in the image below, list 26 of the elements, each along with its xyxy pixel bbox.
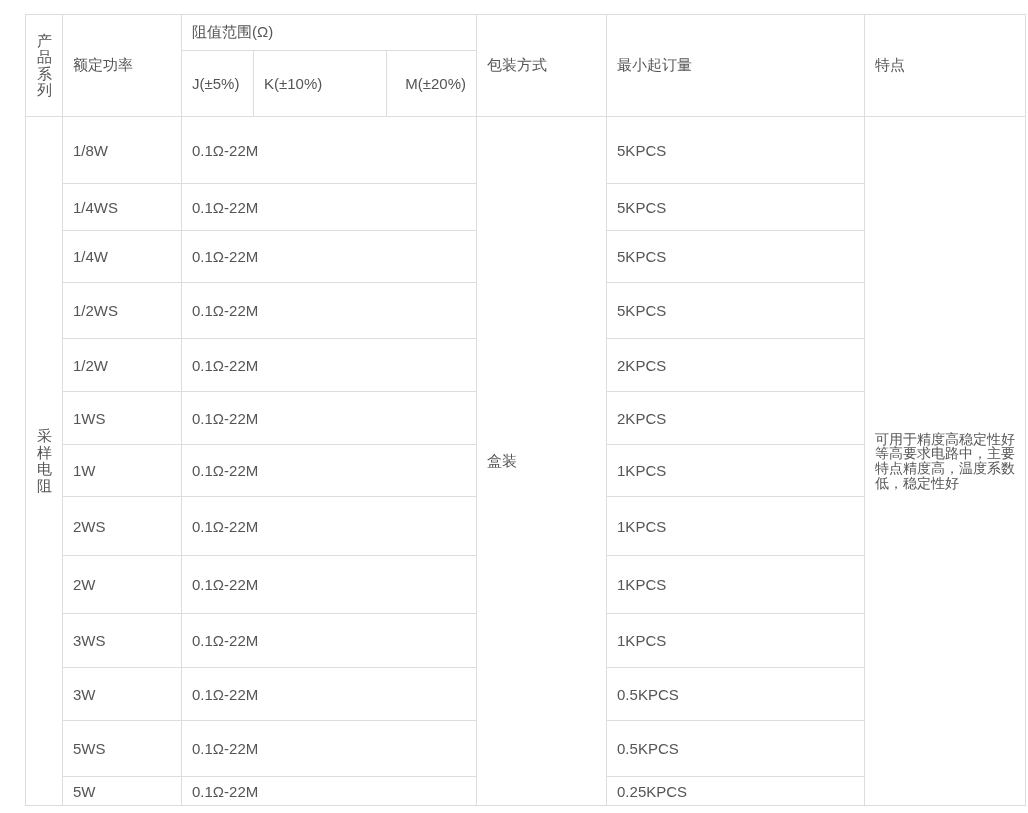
table-cell: 5W: [62, 776, 182, 806]
table-cell: 盒装: [476, 116, 607, 806]
table-cell: 1/4WS: [62, 183, 182, 231]
header-cell: K(±10%): [253, 50, 387, 117]
header-cell: 阻值范围(Ω): [181, 14, 477, 51]
table-cell: 1/4W: [62, 230, 182, 283]
table-cell: 可用于精度高稳定性好等高要求电路中，主要特点精度高，温度系数低，稳定性好: [864, 116, 1026, 806]
header-cell: 包装方式: [476, 14, 607, 117]
table-cell: 3W: [62, 667, 182, 721]
table-cell: 0.1Ω-22M: [181, 116, 477, 184]
table-cell: 1WS: [62, 391, 182, 445]
table-cell: 1W: [62, 444, 182, 497]
header-cell: 产品系列: [25, 14, 63, 117]
table-cell: 1/8W: [62, 116, 182, 184]
table-cell: 5KPCS: [606, 116, 865, 184]
header-cell: 额定功率: [62, 14, 182, 117]
header-cell: 最小起订量: [606, 14, 865, 117]
header-cell: J(±5%): [181, 50, 254, 117]
table-cell: 2WS: [62, 496, 182, 556]
table-cell: 3WS: [62, 613, 182, 668]
table-cell: 5WS: [62, 720, 182, 777]
table-cell: 采样电阻: [25, 116, 63, 806]
header-cell: 特点: [864, 14, 1026, 117]
table-cell: 1/2WS: [62, 282, 182, 339]
table-cell: 1/2W: [62, 338, 182, 392]
table-cell: 2W: [62, 555, 182, 614]
